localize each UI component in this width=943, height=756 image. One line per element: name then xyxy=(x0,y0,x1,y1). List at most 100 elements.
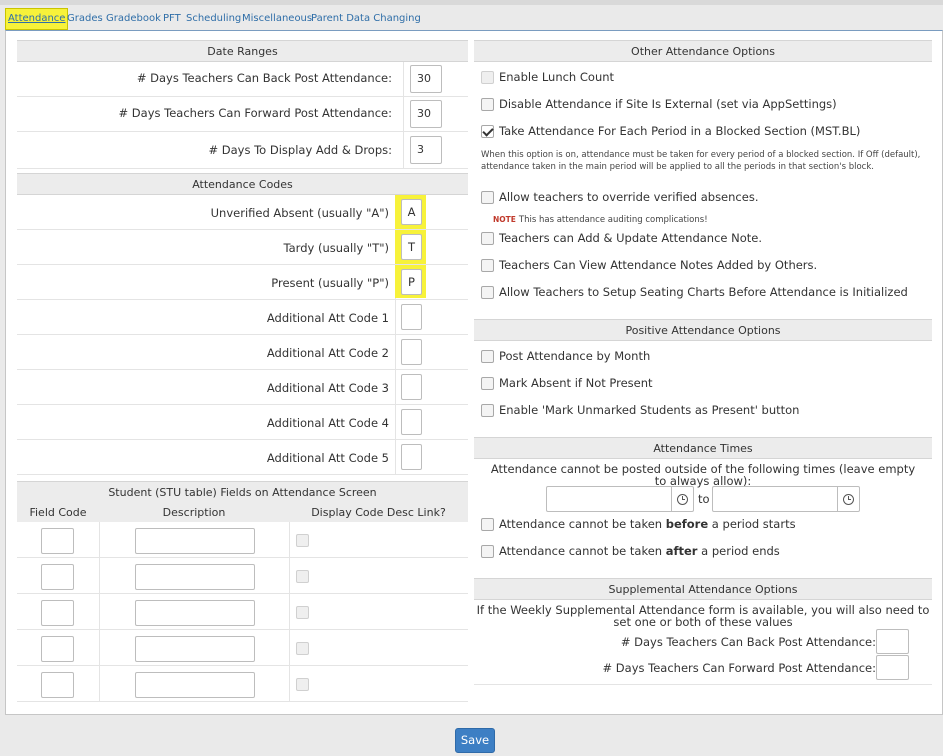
add-drops-row: # Days To Display Add & Drops: xyxy=(17,132,468,169)
description-input[interactable] xyxy=(135,600,255,626)
supplemental-header: Supplemental Attendance Options xyxy=(474,578,932,600)
field-code-input[interactable] xyxy=(41,636,74,662)
before-bold: before xyxy=(665,517,709,531)
add-update-note-checkbox[interactable] xyxy=(481,232,494,245)
supp-back-post-input[interactable] xyxy=(876,629,909,654)
top-bar xyxy=(0,0,943,5)
attendance-codes-header: Attendance Codes xyxy=(17,173,468,195)
positive-options-header: Positive Attendance Options xyxy=(474,319,932,341)
code-input-absent[interactable]: A xyxy=(401,199,422,225)
display-link-checkbox[interactable] xyxy=(296,570,309,583)
blocked-section-note: When this option is on, attendance must … xyxy=(481,150,921,172)
display-link-checkbox[interactable] xyxy=(296,642,309,655)
field-code-input[interactable] xyxy=(41,672,74,698)
tab-attendance[interactable]: Attendance xyxy=(5,8,69,30)
supp-forward-post-input[interactable] xyxy=(876,655,909,680)
tab-parent-data-changing[interactable]: Parent Data Changing xyxy=(311,8,421,30)
code-input-present[interactable]: P xyxy=(401,269,422,295)
description-input[interactable] xyxy=(135,672,255,698)
after-bold: after xyxy=(665,544,698,558)
date-ranges-divider xyxy=(403,62,404,169)
code-label-additional-5: Additional Att Code 5 xyxy=(266,451,389,465)
date-ranges-header: Date Ranges xyxy=(17,40,468,62)
back-post-row: # Days Teachers Can Back Post Attendance… xyxy=(17,62,468,97)
code-label-tardy: Tardy (usually "T") xyxy=(283,241,390,255)
code-input-additional-1[interactable] xyxy=(401,304,422,330)
before-period-checkbox[interactable] xyxy=(481,518,494,531)
display-link-checkbox[interactable] xyxy=(296,606,309,619)
code-input-additional-5[interactable] xyxy=(401,444,422,470)
tab-miscellaneous[interactable]: Miscellaneous xyxy=(242,8,312,30)
add-drops-input[interactable]: 3 xyxy=(410,136,442,164)
code-label-present: Present (usually "P") xyxy=(271,276,389,290)
forward-post-input[interactable]: 30 xyxy=(410,100,442,128)
start-clock-button[interactable] xyxy=(671,487,693,511)
after-prefix: Attendance cannot be taken xyxy=(499,544,666,558)
blocked-section-label: Take Attendance For Each Period in a Blo… xyxy=(499,124,861,138)
col-display-link: Display Code Desc Link? xyxy=(311,506,446,519)
lunch-count-label: Enable Lunch Count xyxy=(499,70,615,84)
supplemental-description: If the Weekly Supplemental Attendance fo… xyxy=(476,603,930,629)
mark-absent-checkbox[interactable] xyxy=(481,377,494,390)
post-by-month-checkbox[interactable] xyxy=(481,350,494,363)
enable-unmarked-checkbox[interactable] xyxy=(481,404,494,417)
before-period-label: Attendance cannot be taken before a peri… xyxy=(499,517,796,531)
seating-charts-checkbox[interactable] xyxy=(481,286,494,299)
clock-icon xyxy=(677,493,688,505)
field-code-input[interactable] xyxy=(41,528,74,554)
display-link-checkbox[interactable] xyxy=(296,534,309,547)
override-verified-checkbox[interactable] xyxy=(481,191,494,204)
back-post-label: # Days Teachers Can Back Post Attendance… xyxy=(136,71,392,85)
tab-grades[interactable]: Grades xyxy=(67,8,103,30)
disable-external-checkbox[interactable] xyxy=(481,98,494,111)
note-text: This has attendance auditing complicatio… xyxy=(518,215,708,225)
col-field-code: Field Code xyxy=(29,506,87,519)
add-update-note-label: Teachers can Add & Update Attendance Not… xyxy=(499,231,763,245)
note-tag: NOTE xyxy=(493,215,516,224)
code-input-additional-2[interactable] xyxy=(401,339,422,365)
forward-post-row: # Days Teachers Can Forward Post Attenda… xyxy=(17,97,468,132)
other-options-header: Other Attendance Options xyxy=(474,40,932,62)
code-input-tardy[interactable]: T xyxy=(401,234,422,260)
disable-external-label: Disable Attendance if Site Is External (… xyxy=(499,97,837,111)
code-input-additional-4[interactable] xyxy=(401,409,422,435)
attendance-times-header: Attendance Times xyxy=(474,437,932,459)
supp-back-post-label: # Days Teachers Can Back Post Attendance… xyxy=(620,635,876,649)
supplemental-divider xyxy=(474,684,932,685)
display-link-checkbox[interactable] xyxy=(296,678,309,691)
code-label-additional-1: Additional Att Code 1 xyxy=(266,311,389,325)
blocked-section-checkbox[interactable] xyxy=(481,125,494,138)
end-clock-button[interactable] xyxy=(837,487,859,511)
mark-absent-label: Mark Absent if Not Present xyxy=(499,376,653,390)
tab-pft[interactable]: PFT xyxy=(163,8,181,30)
tab-gradebook[interactable]: Gradebook xyxy=(106,8,161,30)
description-input[interactable] xyxy=(135,528,255,554)
add-drops-label: # Days To Display Add & Drops: xyxy=(208,143,392,157)
description-input[interactable] xyxy=(135,636,255,662)
supp-forward-post-label: # Days Teachers Can Forward Post Attenda… xyxy=(602,661,877,675)
tab-scheduling[interactable]: Scheduling xyxy=(186,8,241,30)
forward-post-label: # Days Teachers Can Forward Post Attenda… xyxy=(118,106,393,120)
save-button[interactable]: Save xyxy=(455,728,495,753)
col-description: Description xyxy=(162,506,226,519)
code-label-additional-2: Additional Att Code 2 xyxy=(266,346,389,360)
start-time-input[interactable] xyxy=(546,486,694,512)
after-period-label: Attendance cannot be taken after a perio… xyxy=(499,544,780,558)
end-time-input[interactable] xyxy=(712,486,860,512)
field-code-input[interactable] xyxy=(41,564,74,590)
clock-icon xyxy=(843,493,854,505)
view-notes-checkbox[interactable] xyxy=(481,259,494,272)
enable-unmarked-label: Enable 'Mark Unmarked Students as Presen… xyxy=(499,403,800,417)
code-label-additional-3: Additional Att Code 3 xyxy=(266,381,389,395)
description-input[interactable] xyxy=(135,564,255,590)
override-verified-label: Allow teachers to override verified abse… xyxy=(499,190,759,204)
code-label-additional-4: Additional Att Code 4 xyxy=(266,416,389,430)
code-input-additional-3[interactable] xyxy=(401,374,422,400)
back-post-input[interactable]: 30 xyxy=(410,65,442,93)
lunch-count-checkbox[interactable] xyxy=(481,71,494,84)
student-fields-header: Student (STU table) Fields on Attendance… xyxy=(17,481,468,503)
time-to-label: to xyxy=(698,492,710,506)
code-label-absent: Unverified Absent (usually "A") xyxy=(210,206,389,220)
after-period-checkbox[interactable] xyxy=(481,545,494,558)
field-code-input[interactable] xyxy=(41,600,74,626)
